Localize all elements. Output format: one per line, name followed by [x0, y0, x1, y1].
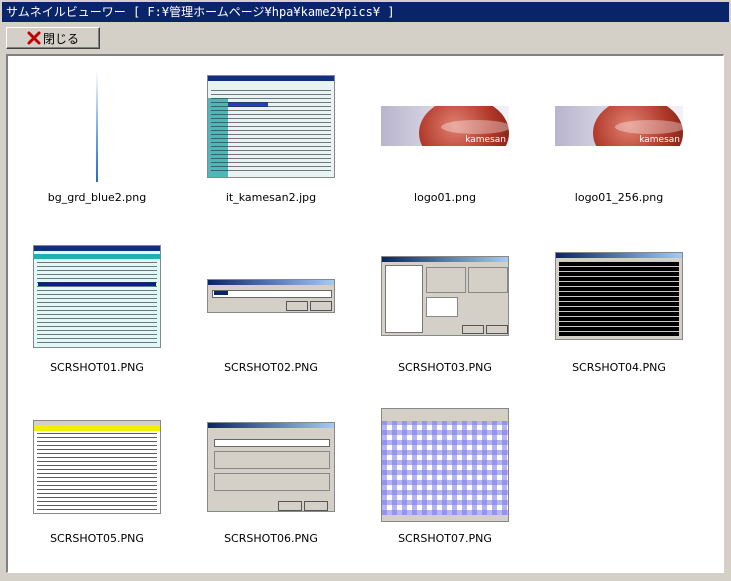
thumbnail-item[interactable]: SCRSHOT06.PNG	[184, 399, 358, 564]
thumbnail-caption: SCRSHOT05.PNG	[50, 532, 144, 545]
close-button[interactable]: 閉じる	[6, 27, 100, 49]
toolbar: 閉じる	[6, 27, 100, 51]
thumbnail-item[interactable]: bg_grd_blue2.png	[10, 58, 184, 223]
thumbnail-image	[33, 411, 161, 523]
thumbnail-item[interactable]: SCRSHOT04.PNG	[532, 228, 706, 393]
thumbnail-caption: SCRSHOT07.PNG	[398, 532, 492, 545]
thumbnail-watermark: kamesan	[639, 135, 680, 145]
thumbnail-item[interactable]: SCRSHOT07.PNG	[358, 399, 532, 564]
thumbnail-image	[207, 70, 335, 182]
thumbnail-item[interactable]: SCRSHOT05.PNG	[10, 399, 184, 564]
close-button-label: 閉じる	[43, 31, 80, 46]
close-x-icon	[27, 31, 41, 45]
thumbnail-watermark: kamesan	[465, 135, 506, 145]
thumbnail-item[interactable]: kamesan logo01_256.png	[532, 58, 706, 223]
thumbnail-caption: SCRSHOT04.PNG	[572, 361, 666, 374]
thumbnail-caption: SCRSHOT01.PNG	[50, 361, 144, 374]
thumbnail-image	[33, 240, 161, 352]
thumbnail-caption: bg_grd_blue2.png	[47, 191, 147, 204]
thumbnail-image: kamesan	[555, 70, 683, 182]
thumbnail-grid: bg_grd_blue2.png it_kamesan2.jpg kamesan	[6, 54, 724, 573]
thumbnail-image	[381, 407, 509, 523]
thumbnail-item[interactable]: kamesan logo01.png	[358, 58, 532, 223]
thumbnail-image	[207, 411, 335, 523]
thumbnail-caption: it_kamesan2.jpg	[225, 191, 317, 204]
thumbnail-image	[33, 70, 161, 182]
thumbnail-image: kamesan	[381, 70, 509, 182]
thumbnail-item[interactable]: SCRSHOT01.PNG	[10, 228, 184, 393]
thumbnail-caption: logo01_256.png	[574, 191, 664, 204]
thumbnail-caption: SCRSHOT06.PNG	[224, 532, 318, 545]
thumbnail-caption: SCRSHOT03.PNG	[398, 361, 492, 374]
window-title: サムネイルビューワー [ F:¥管理ホームページ¥hpa¥kame2¥pics¥…	[2, 2, 729, 22]
thumbnail-item[interactable]: SCRSHOT02.PNG	[184, 228, 358, 393]
thumbnail-item[interactable]: SCRSHOT03.PNG	[358, 228, 532, 393]
thumbnail-image	[555, 240, 683, 352]
thumbnail-caption: logo01.png	[414, 191, 476, 204]
thumbnail-image	[381, 240, 509, 352]
thumbnail-image	[207, 240, 335, 352]
thumbnail-viewer-window: サムネイルビューワー [ F:¥管理ホームページ¥hpa¥kame2¥pics¥…	[0, 0, 731, 581]
thumbnail-item[interactable]: it_kamesan2.jpg	[184, 58, 358, 223]
thumbnail-caption: SCRSHOT02.PNG	[224, 361, 318, 374]
